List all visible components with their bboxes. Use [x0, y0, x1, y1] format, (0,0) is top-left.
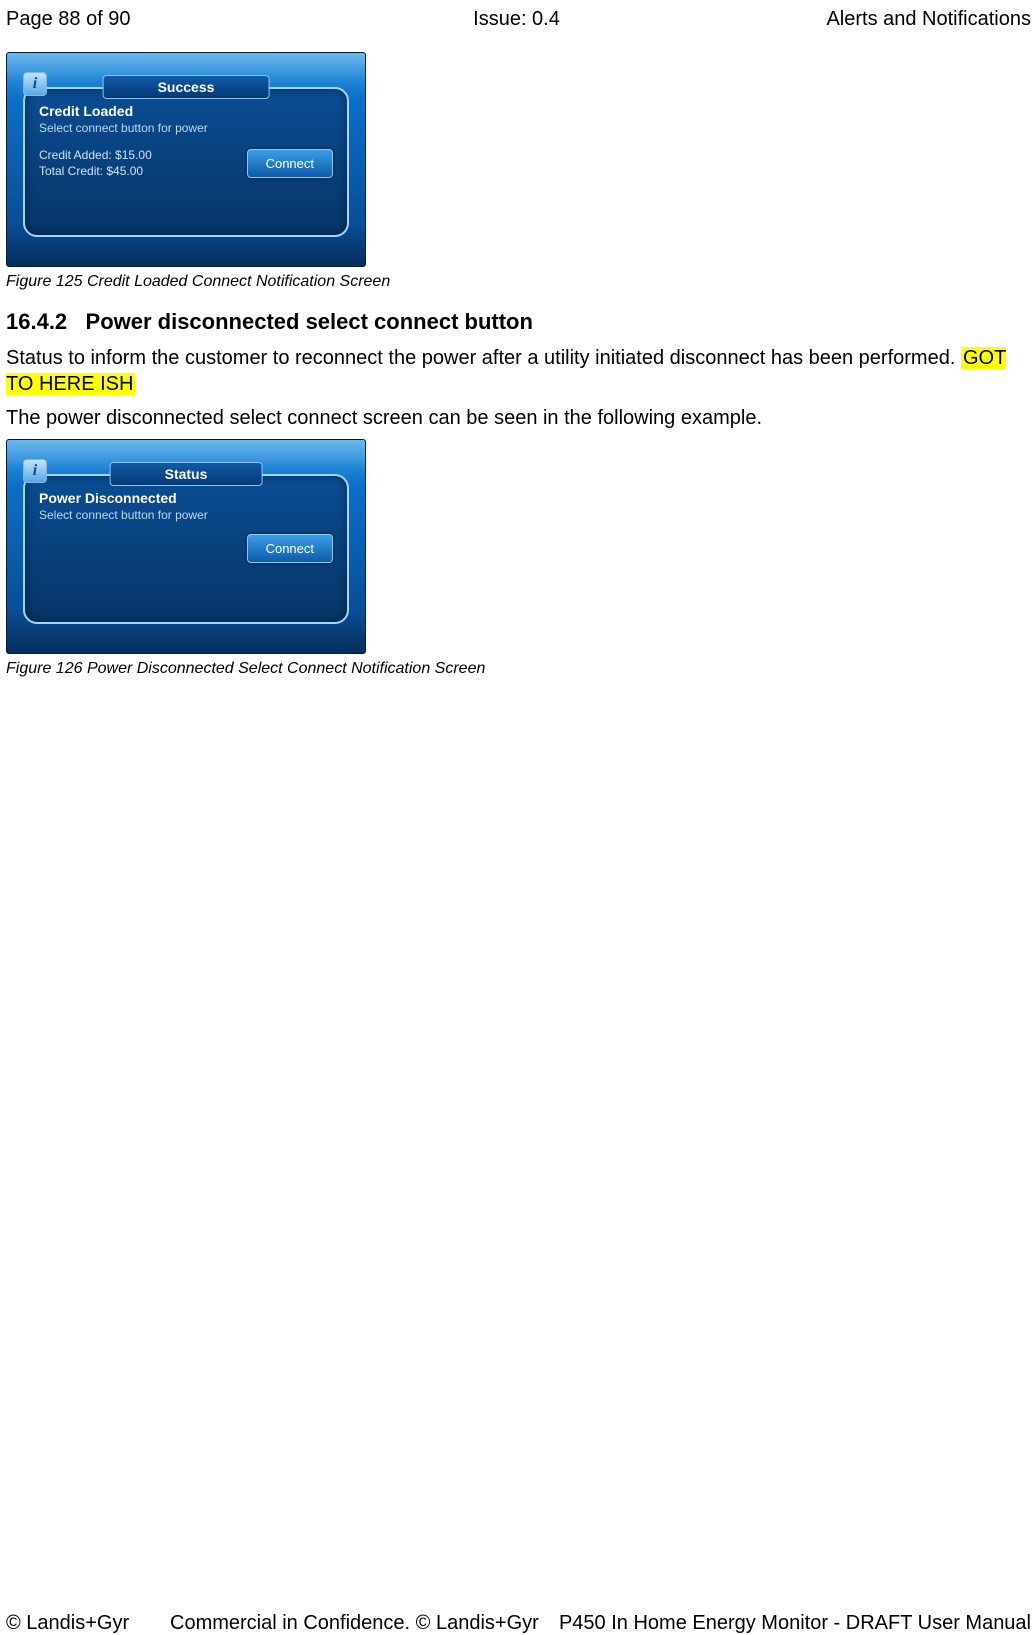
page-content: i Success Credit Loaded Select connect b… [6, 52, 1026, 696]
total-credit: Total Credit: $45.00 [39, 163, 152, 179]
info-icon: i [23, 459, 47, 483]
info-icon: i [23, 72, 47, 96]
credit-loaded-screenshot: i Success Credit Loaded Select connect b… [6, 52, 366, 267]
footer-copyright: © Landis+Gyr [6, 1612, 129, 1635]
figure-126-caption: Figure 126 Power Disconnected Select Con… [6, 660, 1026, 678]
panel-title: Success [103, 75, 270, 99]
issue-number: Issue: 0.4 [0, 8, 1033, 31]
paragraph-1: Status to inform the customer to reconne… [6, 345, 1026, 397]
panel-subtext: Select connect button for power [39, 508, 333, 522]
panel-heading: Power Disconnected [39, 490, 333, 506]
figure-125-caption: Figure 125 Credit Loaded Connect Notific… [6, 273, 1026, 291]
panel-title: Status [110, 462, 263, 486]
credit-added: Credit Added: $15.00 [39, 147, 152, 163]
connect-button[interactable]: Connect [247, 149, 333, 178]
section-number: 16.4.2 [6, 309, 67, 334]
notification-panel: i Success Credit Loaded Select connect b… [23, 87, 349, 237]
panel-heading: Credit Loaded [39, 103, 333, 119]
footer-doc-title: P450 In Home Energy Monitor - DRAFT User… [559, 1612, 1031, 1635]
section-heading: 16.4.2 Power disconnected select connect… [6, 309, 1026, 335]
section-title: Power disconnected select connect button [86, 309, 533, 334]
panel-subtext: Select connect button for power [39, 121, 333, 135]
power-disconnected-screenshot: i Status Power Disconnected Select conne… [6, 439, 366, 654]
panel-body: Power Disconnected Select connect button… [39, 490, 333, 612]
connect-button[interactable]: Connect [247, 534, 333, 563]
notification-panel: i Status Power Disconnected Select conne… [23, 474, 349, 624]
paragraph-1-text: Status to inform the customer to reconne… [6, 347, 961, 369]
footer-confidential: Commercial in Confidence. © Landis+Gyr [170, 1612, 539, 1635]
credit-stats: Credit Added: $15.00 Total Credit: $45.0… [39, 147, 152, 179]
panel-body: Credit Loaded Select connect button for … [39, 103, 333, 225]
paragraph-2: The power disconnected select connect sc… [6, 405, 1026, 431]
page-header: Page 88 of 90 Issue: 0.4 Alerts and Noti… [0, 8, 1033, 31]
